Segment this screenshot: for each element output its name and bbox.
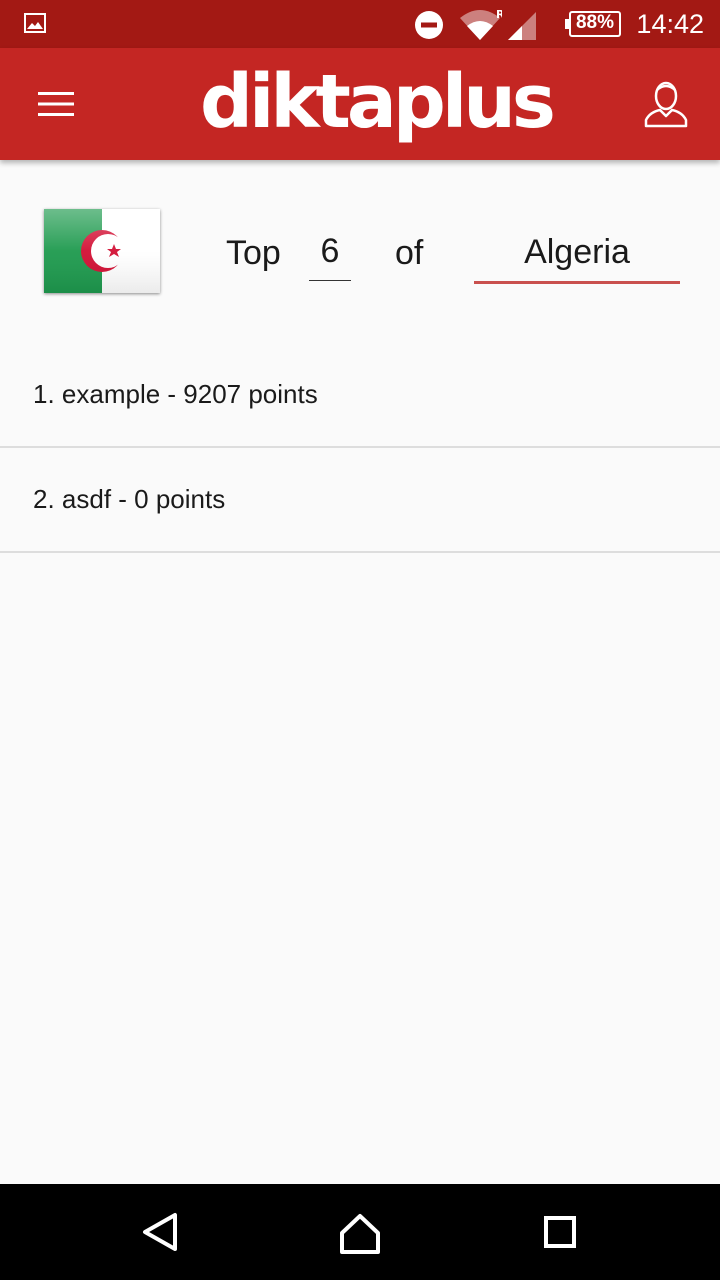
home-button[interactable] (328, 1200, 392, 1264)
profile-icon (644, 81, 688, 128)
navigation-bar (0, 1184, 720, 1280)
list-item-label: 1. example - 9207 points (33, 379, 318, 409)
of-label: of (395, 234, 424, 272)
clock: 14:42 (636, 9, 704, 39)
app-bar: diktaplus (0, 48, 720, 160)
top-label: Top (226, 234, 281, 272)
status-bar: R 88% 14:42 (0, 0, 720, 48)
app-logo: diktaplus (200, 59, 556, 145)
network-badge: R (496, 10, 502, 21)
country-select[interactable]: Algeria (474, 226, 680, 284)
do-not-disturb-icon (415, 11, 443, 39)
menu-icon (38, 92, 74, 116)
profile-button[interactable] (632, 66, 704, 142)
list-item-label: 2. asdf - 0 points (33, 484, 226, 514)
flag-algeria-icon (44, 209, 160, 293)
back-icon (143, 1213, 177, 1251)
gallery-notification-icon (24, 13, 46, 33)
list-item[interactable]: 1. example - 9207 points (0, 343, 720, 448)
count-input[interactable]: 6 (309, 226, 351, 281)
battery-level: 88% (575, 12, 615, 33)
screen: R 88% 14:42 diktaplus Top 6 of Algeria 1… (0, 0, 720, 1280)
recent-apps-icon (544, 1216, 576, 1248)
list-item[interactable]: 2. asdf - 0 points (0, 448, 720, 553)
menu-button[interactable] (20, 70, 92, 138)
wifi-icon: R (460, 10, 502, 40)
back-button[interactable] (128, 1200, 192, 1264)
home-icon (340, 1214, 380, 1254)
cell-signal-icon (508, 12, 536, 40)
recent-apps-button[interactable] (528, 1200, 592, 1264)
ranking-list: 1. example - 9207 points 2. asdf - 0 poi… (0, 343, 720, 553)
